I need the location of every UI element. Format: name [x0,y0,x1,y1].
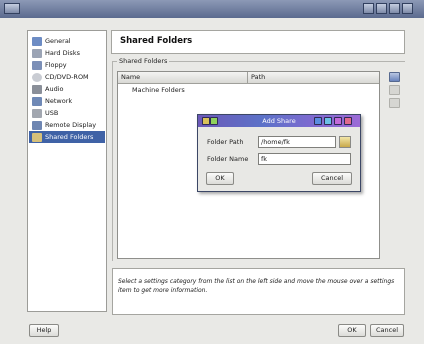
remove-folder-icon[interactable] [389,98,400,108]
sidebar-item-remote-display[interactable]: Remote Display [29,119,105,131]
sidebar-item-floppy[interactable]: Floppy [29,59,105,71]
audio-icon [32,84,42,94]
browse-folder-icon[interactable] [339,136,351,148]
table-row[interactable]: Machine Folders [132,86,185,94]
maximize-icon[interactable] [389,3,400,14]
title-bar[interactable] [0,0,424,18]
add-share-dialog: Add Share Folder Path /home/fk Folder Na… [197,114,361,192]
dialog-title-bar[interactable]: Add Share [198,115,360,127]
sidebar-item-label: Floppy [45,61,67,69]
dialog-maximize-icon[interactable] [334,117,342,125]
sidebar-item-shared-folders[interactable]: Shared Folders [29,131,105,143]
settings-category-list[interactable]: General Hard Disks Floppy CD/DVD-ROM Aud… [27,30,107,312]
sidebar-item-usb[interactable]: USB [29,107,105,119]
column-header-name[interactable]: Name [121,73,140,81]
sidebar-item-network[interactable]: Network [29,95,105,107]
floppy-icon [32,60,42,70]
remote-display-icon [32,120,42,130]
sidebar-item-label: Network [45,97,73,105]
folder-name-label: Folder Name [207,155,249,163]
page-title: Shared Folders [120,36,193,46]
sidebar-item-cd-dvd-rom[interactable]: CD/DVD-ROM [29,71,105,83]
hard-disk-icon [32,48,42,58]
sidebar-item-label: General [45,37,71,45]
cancel-button[interactable]: Cancel [370,324,404,337]
folder-path-label: Folder Path [207,138,244,146]
close-icon[interactable] [402,3,413,14]
minimize-icon[interactable] [376,3,387,14]
sidebar-item-label: Remote Display [45,121,97,129]
column-divider[interactable] [247,72,248,83]
dialog-minimize-icon[interactable] [324,117,332,125]
general-icon [32,36,42,46]
window-menu-icon[interactable] [4,3,20,14]
dialog-shade-icon[interactable] [314,117,322,125]
sidebar-item-label: Shared Folders [45,133,94,141]
sidebar-item-label: Audio [45,85,64,93]
table-header: Name Path [118,72,379,84]
edit-folder-icon[interactable] [389,85,400,95]
dialog-cancel-button[interactable]: Cancel [312,172,352,185]
sidebar-item-general[interactable]: General [29,35,105,47]
help-button[interactable]: Help [29,324,59,337]
dialog-ok-button[interactable]: OK [206,172,234,185]
usb-icon [32,108,42,118]
sidebar-item-label: CD/DVD-ROM [45,73,89,81]
folder-path-field[interactable]: /home/fk [258,136,336,148]
folder-name-field[interactable]: fk [258,153,351,165]
sidebar-item-audio[interactable]: Audio [29,83,105,95]
dialog-close-icon[interactable] [344,117,352,125]
sidebar-item-hard-disks[interactable]: Hard Disks [29,47,105,59]
folder-icon [32,132,42,142]
info-text: Select a settings category from the list… [118,278,395,294]
shade-icon[interactable] [363,3,374,14]
sidebar-item-label: USB [45,109,59,117]
settings-window: General Hard Disks Floppy CD/DVD-ROM Aud… [0,0,424,344]
page-header: Shared Folders [111,30,405,54]
ok-button[interactable]: OK [338,324,366,337]
cd-icon [32,72,42,82]
sidebar-item-label: Hard Disks [45,49,80,57]
info-panel: Select a settings category from the list… [112,268,405,315]
group-label: Shared Folders [117,57,170,65]
network-icon [32,96,42,106]
add-folder-icon[interactable] [389,72,400,82]
column-header-path[interactable]: Path [251,73,265,81]
